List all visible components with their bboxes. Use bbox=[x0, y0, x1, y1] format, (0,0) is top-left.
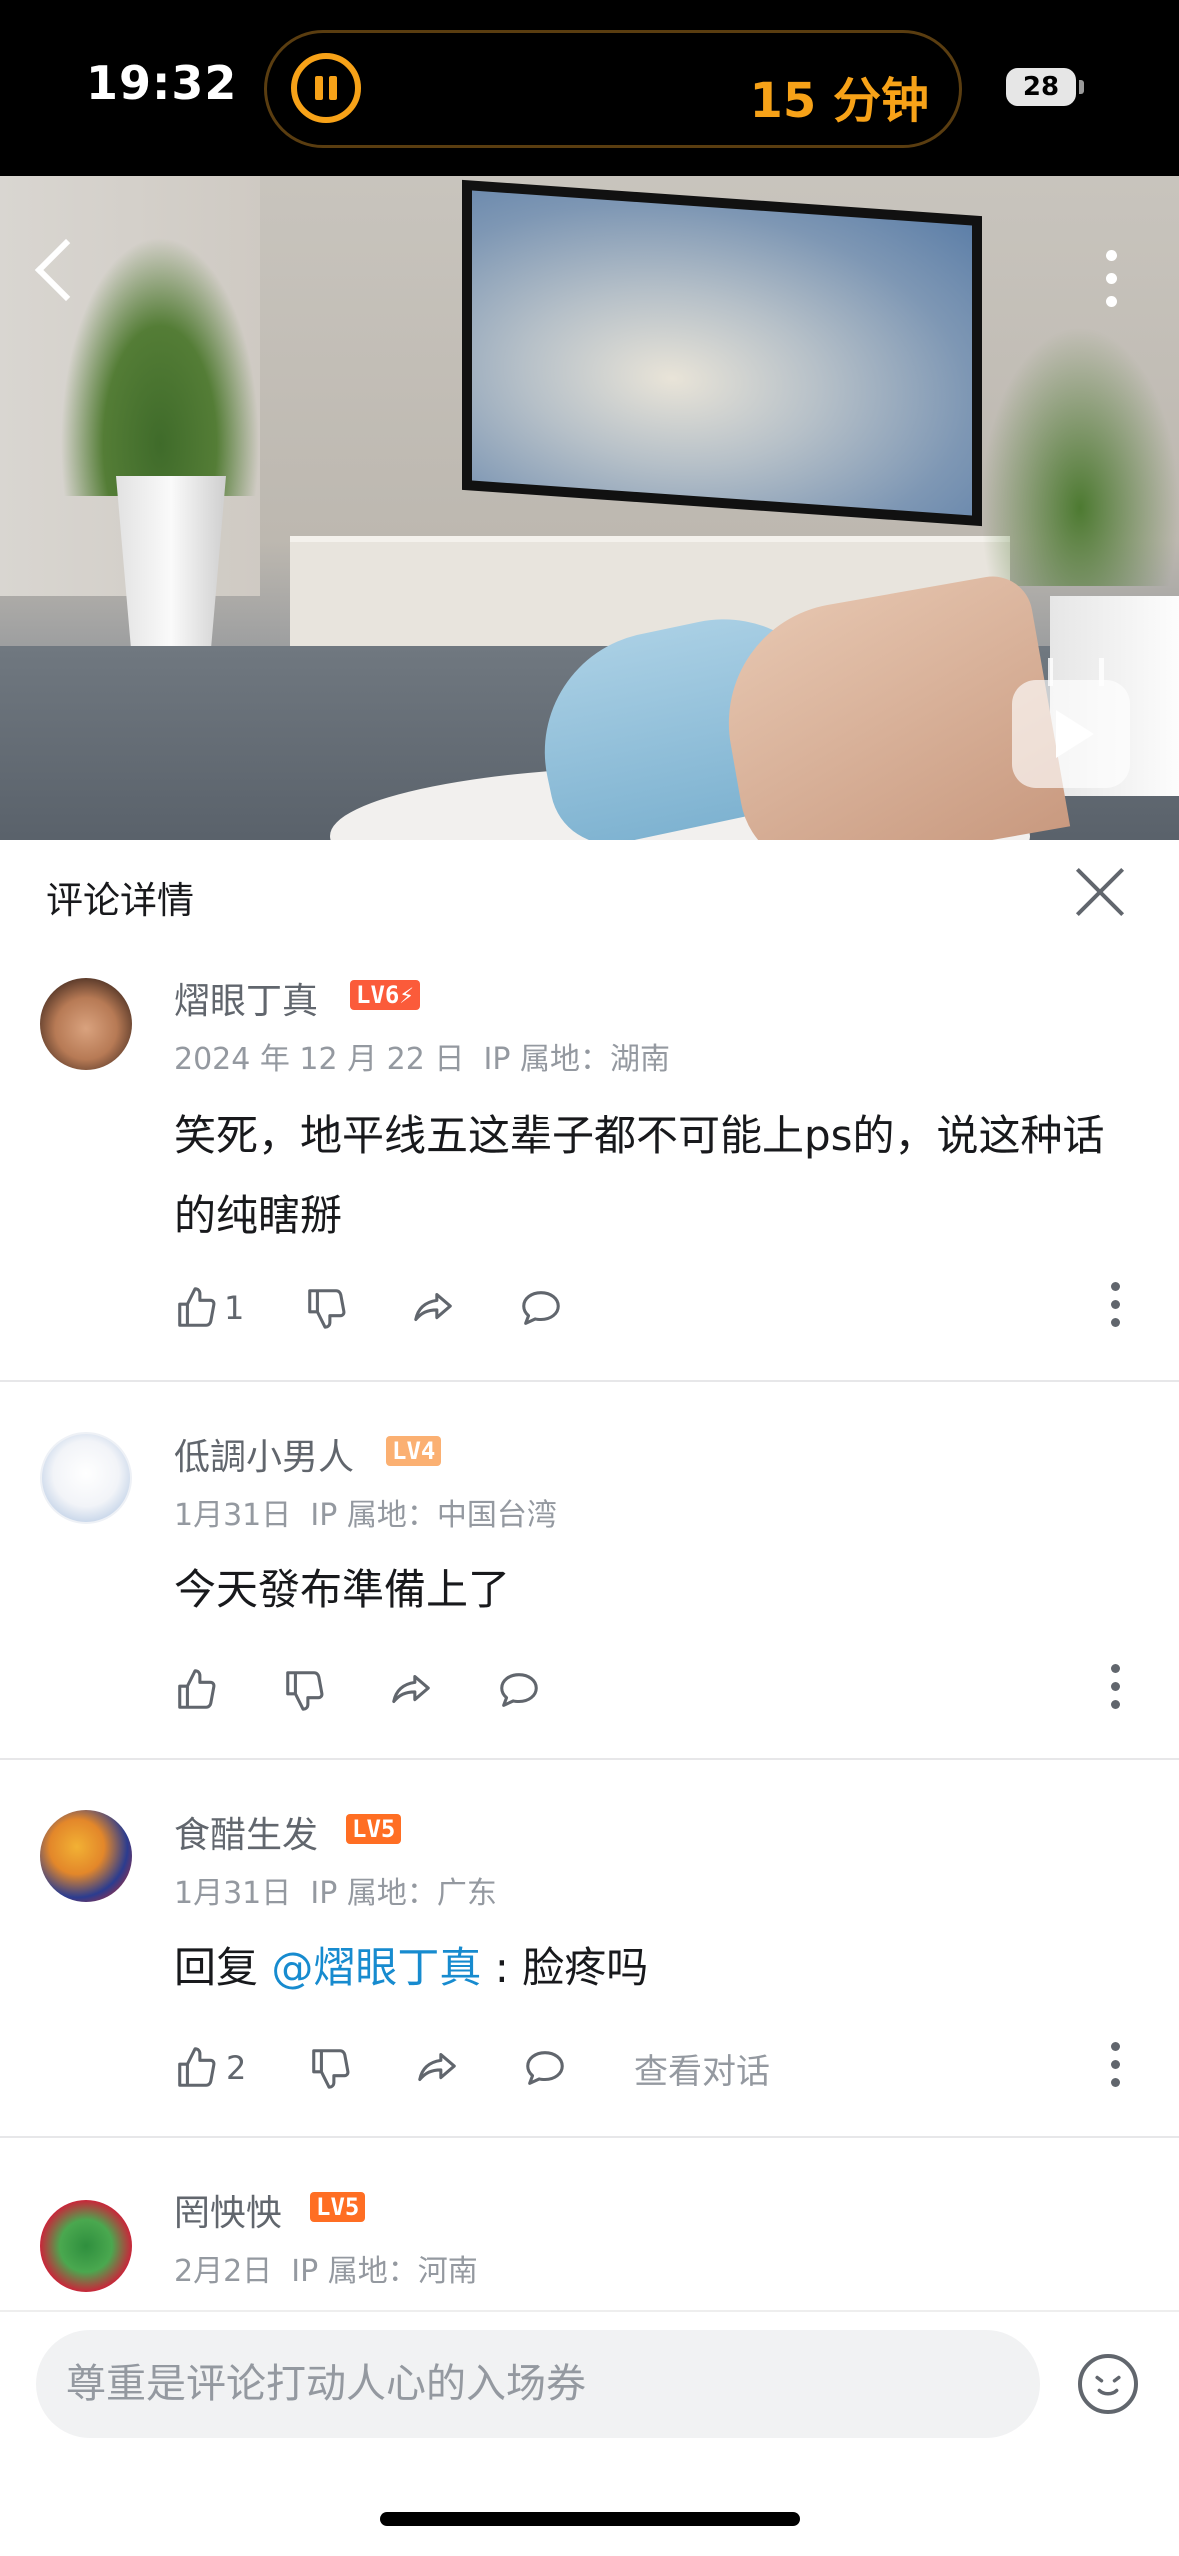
username[interactable]: 罔怏怏 bbox=[174, 2184, 282, 2236]
level-badge: LV4 bbox=[386, 1436, 442, 1466]
more-vertical-icon[interactable] bbox=[1104, 250, 1118, 314]
level-badge: LV5 bbox=[310, 2192, 366, 2222]
avatar[interactable] bbox=[40, 1432, 132, 1524]
battery-icon: 28 bbox=[1006, 68, 1084, 106]
dislike-button[interactable] bbox=[308, 2038, 354, 2098]
view-conversation-link[interactable]: 查看对话 bbox=[634, 2038, 770, 2098]
comment-date: 2月2日 bbox=[174, 2254, 273, 2289]
like-count: 2 bbox=[226, 2049, 247, 2087]
thumb-up-icon bbox=[174, 1667, 220, 1713]
reply-text: : 脸疼吗 bbox=[481, 1943, 649, 1992]
ip-location: IP 属地：中国台湾 bbox=[310, 1498, 557, 1533]
comment-meta: 1月31日 IP 属地：广东 bbox=[174, 1868, 497, 1912]
level-badge: LV6⚡ bbox=[350, 980, 420, 1010]
thumb-down-icon bbox=[304, 1285, 350, 1331]
comment-actions bbox=[174, 1660, 1179, 1720]
status-bar: 19:32 15 分钟 28 bbox=[0, 0, 1179, 176]
bilibili-tv-icon bbox=[1012, 680, 1130, 788]
comment-text: 回复 @熠眼丁真 : 脸疼吗 bbox=[174, 1928, 1135, 2008]
ip-location: IP 属地：广东 bbox=[310, 1876, 497, 1911]
dislike-button[interactable] bbox=[282, 1660, 328, 1720]
share-button[interactable] bbox=[414, 2038, 460, 2098]
video-player[interactable] bbox=[0, 176, 1179, 840]
more-vertical-icon[interactable] bbox=[1109, 1664, 1121, 1716]
pause-icon[interactable] bbox=[291, 53, 361, 123]
like-count: 1 bbox=[224, 1289, 245, 1327]
comment-bubble-icon bbox=[518, 1285, 564, 1331]
comment-actions: 1 bbox=[174, 1278, 1179, 1338]
reply-prefix: 回复 bbox=[174, 1943, 272, 1992]
comment-text: 今天發布準備上了 bbox=[174, 1565, 511, 1614]
username[interactable]: 食醋生发 bbox=[174, 1806, 318, 1858]
level-badge: LV5 bbox=[346, 1814, 402, 1844]
thumb-down-icon bbox=[308, 2045, 354, 2091]
username[interactable]: 低調小男人 bbox=[174, 1428, 354, 1480]
emoji-icon[interactable] bbox=[1078, 2354, 1138, 2414]
ip-location: IP 属地：湖南 bbox=[483, 1042, 670, 1077]
thumb-down-icon bbox=[282, 1667, 328, 1713]
close-icon[interactable] bbox=[1074, 866, 1126, 918]
comment-panel-header: 评论详情 bbox=[0, 840, 1179, 950]
username[interactable]: 熠眼丁真 bbox=[174, 972, 318, 1024]
dislike-button[interactable] bbox=[304, 1278, 350, 1338]
comment-bubble-icon bbox=[522, 2045, 568, 2091]
comment-meta: 1月31日 IP 属地：中国台湾 bbox=[174, 1490, 557, 1534]
comment-bubble-icon bbox=[496, 1667, 542, 1713]
like-button[interactable]: 2 bbox=[174, 2038, 246, 2098]
comment-date: 1月31日 bbox=[174, 1876, 292, 1911]
share-button[interactable] bbox=[410, 1278, 456, 1338]
reply-button[interactable] bbox=[522, 2038, 568, 2098]
more-vertical-icon[interactable] bbox=[1109, 2042, 1121, 2094]
reply-button[interactable] bbox=[518, 1278, 564, 1338]
thumb-up-icon bbox=[174, 1285, 220, 1331]
avatar[interactable] bbox=[40, 2200, 132, 2292]
share-button[interactable] bbox=[388, 1660, 434, 1720]
comment-item: 低調小男人 LV4 1月31日 IP 属地：中国台湾 今天發布準備上了 bbox=[0, 1382, 1179, 1760]
comment-input[interactable]: 尊重是评论打动人心的入场券 bbox=[36, 2330, 1040, 2438]
panel-title: 评论详情 bbox=[46, 879, 194, 922]
avatar[interactable] bbox=[40, 978, 132, 1070]
comment-date: 2024 年 12 月 22 日 bbox=[174, 1042, 465, 1077]
comment-item: 熠眼丁真 LV6⚡ 2024 年 12 月 22 日 IP 属地：湖南 笑死，地… bbox=[0, 950, 1179, 1382]
avatar[interactable] bbox=[40, 1810, 132, 1902]
live-activity-timer[interactable]: 15 分钟 bbox=[264, 30, 962, 148]
comment-meta: 2月2日 IP 属地：河南 bbox=[174, 2246, 478, 2290]
home-indicator[interactable] bbox=[380, 2512, 800, 2526]
mention-link[interactable]: @熠眼丁真 bbox=[271, 1943, 481, 1992]
comment-text: 笑死，地平线五这辈子都不可能上ps的，说这种话的纯瞎掰 bbox=[174, 1111, 1105, 1240]
comment-date: 1月31日 bbox=[174, 1498, 292, 1533]
reply-button[interactable] bbox=[496, 1660, 542, 1720]
ip-location: IP 属地：河南 bbox=[291, 2254, 478, 2289]
timer-text: 15 分钟 bbox=[749, 73, 929, 129]
comment-item: 罔怏怏 LV5 2月2日 IP 属地：河南 bbox=[0, 2138, 1179, 2310]
comment-item: 食醋生发 LV5 1月31日 IP 属地：广东 回复 @熠眼丁真 : 脸疼吗 2… bbox=[0, 1760, 1179, 2138]
share-icon bbox=[414, 2045, 460, 2091]
comment-meta: 2024 年 12 月 22 日 IP 属地：湖南 bbox=[174, 1034, 670, 1078]
clock: 19:32 bbox=[86, 56, 238, 110]
share-icon bbox=[410, 1285, 456, 1331]
comment-actions: 2 查看对话 bbox=[174, 2038, 1179, 2098]
view-conversation-label: 查看对话 bbox=[634, 2051, 770, 2092]
like-button[interactable]: 1 bbox=[174, 1278, 244, 1338]
like-button[interactable] bbox=[174, 1660, 220, 1720]
more-vertical-icon[interactable] bbox=[1109, 1282, 1121, 1334]
thumb-up-icon bbox=[174, 2045, 220, 2091]
share-icon bbox=[388, 1667, 434, 1713]
